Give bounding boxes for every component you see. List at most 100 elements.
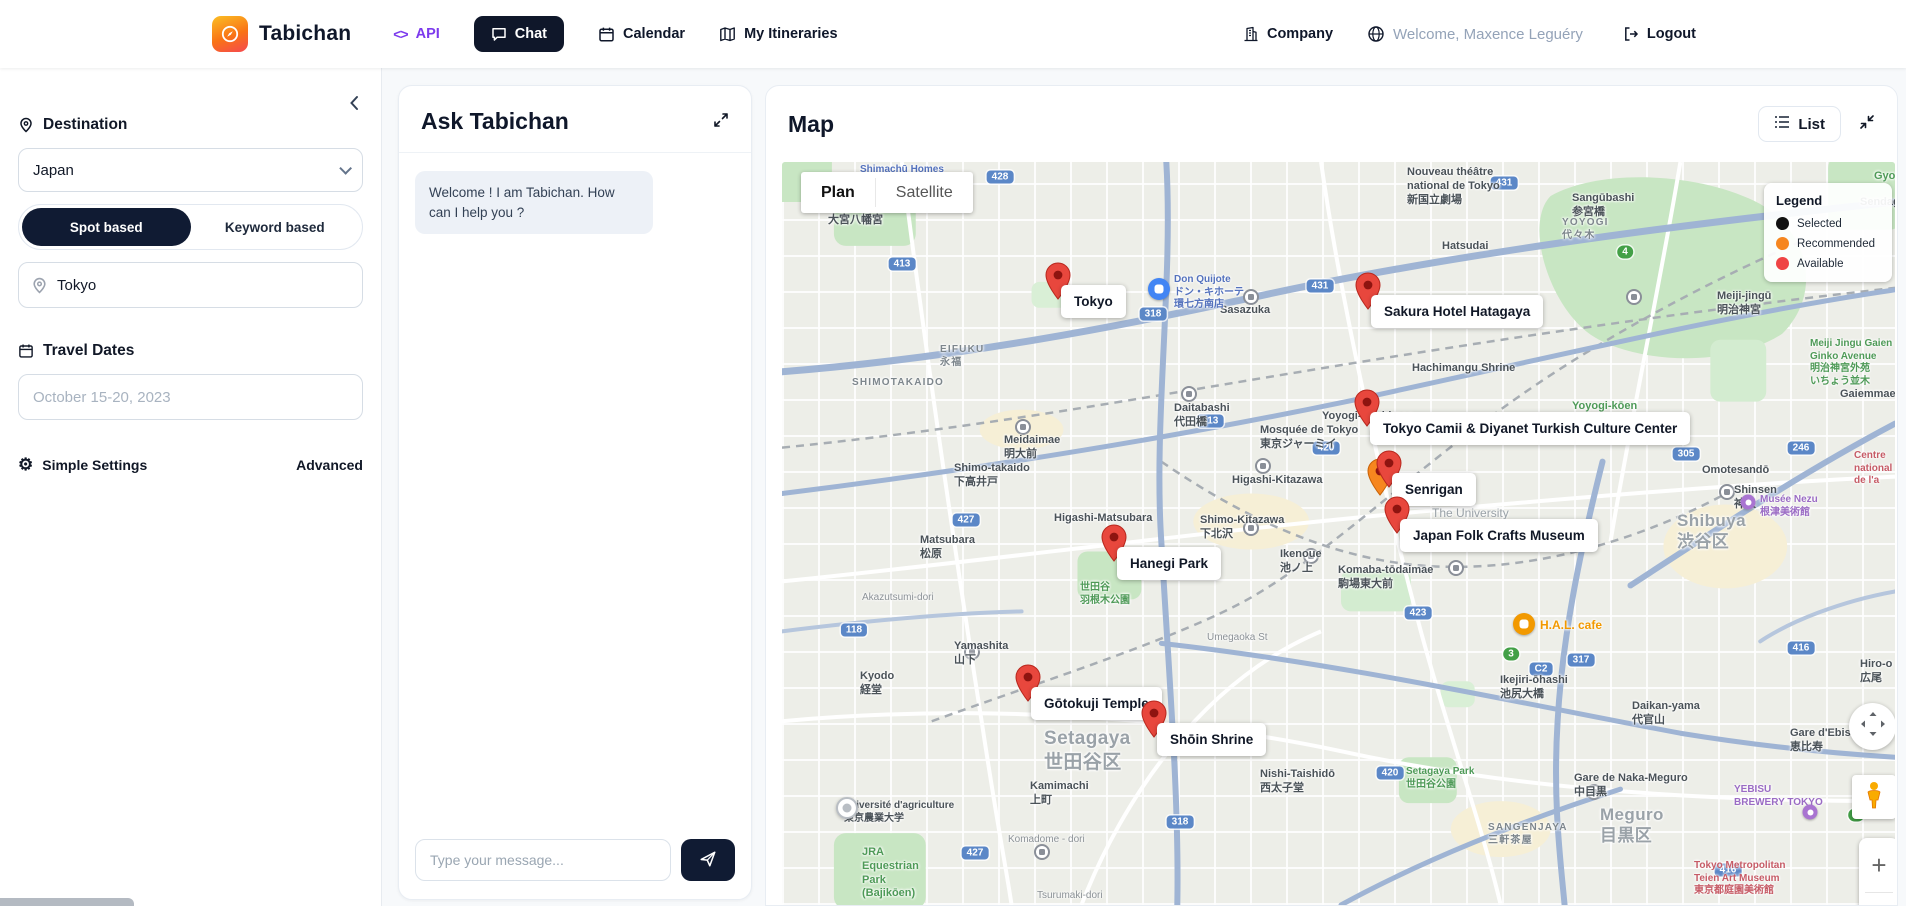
map-place-label: Tokyo Metropolitan Teien Art Museum 東京都庭…: [1694, 860, 1785, 898]
zoom-out-button[interactable]: [1859, 893, 1895, 905]
pegman-icon: [1864, 781, 1884, 814]
road-shield: 416: [1788, 642, 1815, 655]
poi-icon: [1741, 495, 1756, 510]
nav-company[interactable]: Company: [1243, 26, 1333, 42]
nav-itineraries[interactable]: My Itineraries: [719, 26, 838, 43]
map-marker[interactable]: Tokyo: [1045, 262, 1071, 305]
marker-label-chip[interactable]: Shōin Shrine: [1157, 723, 1266, 756]
top-navbar: Tabichan <> API Chat Calendar My Itinera…: [0, 0, 1906, 68]
map-marker[interactable]: Japan Folk Crafts Museum: [1384, 496, 1410, 539]
map-place-label: Ikenoue 池ノ上: [1280, 548, 1322, 576]
marker-label-chip[interactable]: Tokyo Camii & Diyanet Turkish Culture Ce…: [1370, 412, 1690, 445]
tab-spot-based[interactable]: Spot based: [22, 208, 191, 246]
poi-icon: [1803, 805, 1818, 820]
nav-chat[interactable]: Chat: [474, 16, 564, 52]
travel-dates-input[interactable]: [18, 374, 363, 420]
chat-message-list: Welcome ! I am Tabichan. How can I help …: [399, 153, 751, 825]
tab-keyword-based[interactable]: Keyword based: [191, 208, 360, 246]
marker-label-chip[interactable]: Japan Folk Crafts Museum: [1400, 519, 1598, 552]
poi-icon: [1513, 613, 1535, 635]
zoom-in-button[interactable]: +: [1859, 838, 1895, 892]
nav-calendar-label: Calendar: [623, 26, 685, 42]
list-view-button[interactable]: List: [1758, 106, 1841, 142]
map-type-satellite[interactable]: Satellite: [876, 172, 973, 213]
map-marker[interactable]: Senrigan: [1376, 450, 1402, 493]
legend-item: Recommended: [1776, 237, 1880, 250]
map-place-label: Shibuya 渋谷区: [1677, 510, 1746, 553]
map-place-label: Sangūbashi 参宮橋: [1572, 192, 1634, 220]
map-place-label: Setagaya Park 世田谷公園: [1406, 766, 1474, 791]
map-place-label: YOYOGI 代々木: [1562, 217, 1609, 242]
nav-calendar[interactable]: Calendar: [598, 26, 685, 43]
code-icon: <>: [393, 26, 407, 42]
map-pan-control[interactable]: [1849, 703, 1895, 750]
map-place-label: Gare de Naka-Meguro 中目黒: [1574, 772, 1688, 800]
legend-item-label: Recommended: [1797, 238, 1875, 250]
map-place-label: Don Quijote ドン・キホーテ 環七方南店: [1174, 274, 1244, 312]
poi-icon: [1148, 278, 1170, 300]
sidebar-collapse-button[interactable]: [341, 90, 367, 116]
search-sidebar: Destination Japan Spot based Keyword bas…: [0, 68, 382, 906]
nav-company-label: Company: [1267, 26, 1333, 42]
chat-input-row: [399, 825, 751, 899]
spot-search-input[interactable]: [57, 277, 350, 294]
train-station-icon: [1181, 386, 1197, 402]
map-place-label: SHIMOTAKAIDO: [852, 377, 944, 390]
map-place-label: Meidaimae 明大前: [1004, 434, 1060, 462]
globe-icon: [1367, 25, 1385, 43]
legend-title: Legend: [1776, 193, 1880, 208]
logout-icon: [1623, 26, 1639, 42]
simple-settings-label: Simple Settings: [42, 457, 147, 473]
marker-label-chip[interactable]: Hanegi Park: [1117, 547, 1221, 580]
marker-label-chip[interactable]: Sakura Hotel Hatagaya: [1371, 295, 1543, 328]
road-shield: 318: [1167, 816, 1194, 829]
nav-api-label: API: [416, 26, 440, 42]
map-place-label: Komadome - dori: [1008, 834, 1085, 847]
map-marker[interactable]: Tokyo Camii & Diyanet Turkish Culture Ce…: [1354, 389, 1380, 432]
chat-message-input[interactable]: [415, 839, 671, 881]
nav-logout[interactable]: Logout: [1623, 26, 1696, 42]
map-type-plan[interactable]: Plan: [801, 172, 875, 213]
nav-itineraries-label: My Itineraries: [744, 26, 838, 42]
map-marker[interactable]: Shōin Shrine: [1141, 700, 1167, 743]
brand-name: Tabichan: [259, 22, 351, 46]
map-icon: [719, 26, 736, 43]
map-marker[interactable]: Gōtokuji Temple: [1015, 664, 1041, 707]
map-place-label: Shimo-Kitazawa 下北沢: [1200, 514, 1284, 542]
nav-api[interactable]: <> API: [393, 26, 440, 42]
expand-chat-icon[interactable]: [713, 112, 729, 133]
destination-select[interactable]: Japan: [18, 148, 363, 192]
legend-dot-icon: [1776, 257, 1789, 270]
map-place-label: Yamashita 山下: [954, 640, 1008, 668]
map-place-label: Meiji-jingū 明治神宮: [1717, 290, 1771, 318]
simple-settings-button[interactable]: ⚙ Simple Settings: [18, 456, 147, 473]
map-place-label: Meguro 目黒区: [1600, 804, 1664, 847]
road-shield: 427: [962, 847, 989, 860]
marker-label-chip[interactable]: Tokyo: [1061, 285, 1126, 318]
map-place-label: Akazutsumi-dori: [862, 592, 934, 605]
map-title: Map: [788, 111, 834, 138]
map-place-label: Daikan-yama 代官山: [1632, 700, 1700, 728]
chat-panel: Ask Tabichan Welcome ! I am Tabichan. Ho…: [398, 85, 752, 900]
collapse-map-icon[interactable]: [1859, 114, 1875, 135]
list-button-label: List: [1798, 116, 1825, 133]
calendar-icon: [18, 343, 34, 359]
map-canvas[interactable]: Shimachū Homes Nakano] Honten 島忠 ホームズ中野本…: [782, 162, 1895, 905]
map-legend: Legend Selected Recommended A: [1764, 183, 1892, 282]
train-station-icon: [1015, 419, 1031, 435]
destination-label: Destination: [43, 116, 127, 134]
send-message-button[interactable]: [681, 839, 735, 881]
map-place-label: Nouveau théâtre national de Tokyo 新国立劇場: [1407, 166, 1500, 207]
tabichan-logo-icon: [212, 16, 248, 52]
map-place-label: Ikejiri-ōhashi 池尻大橋: [1500, 674, 1568, 702]
road-shield: 413: [889, 258, 916, 271]
train-station-icon: [1626, 289, 1642, 305]
street-view-pegman[interactable]: [1852, 775, 1895, 819]
train-station-icon: [1243, 289, 1259, 305]
map-place-label: Tsurumaki-dori: [1037, 890, 1103, 903]
brand: Tabichan: [212, 16, 351, 52]
map-marker[interactable]: Hanegi Park: [1101, 524, 1127, 567]
map-marker[interactable]: Sakura Hotel Hatagaya: [1355, 272, 1381, 315]
travel-dates-label-row: Travel Dates: [18, 342, 363, 360]
advanced-settings-link[interactable]: Advanced: [296, 457, 363, 473]
